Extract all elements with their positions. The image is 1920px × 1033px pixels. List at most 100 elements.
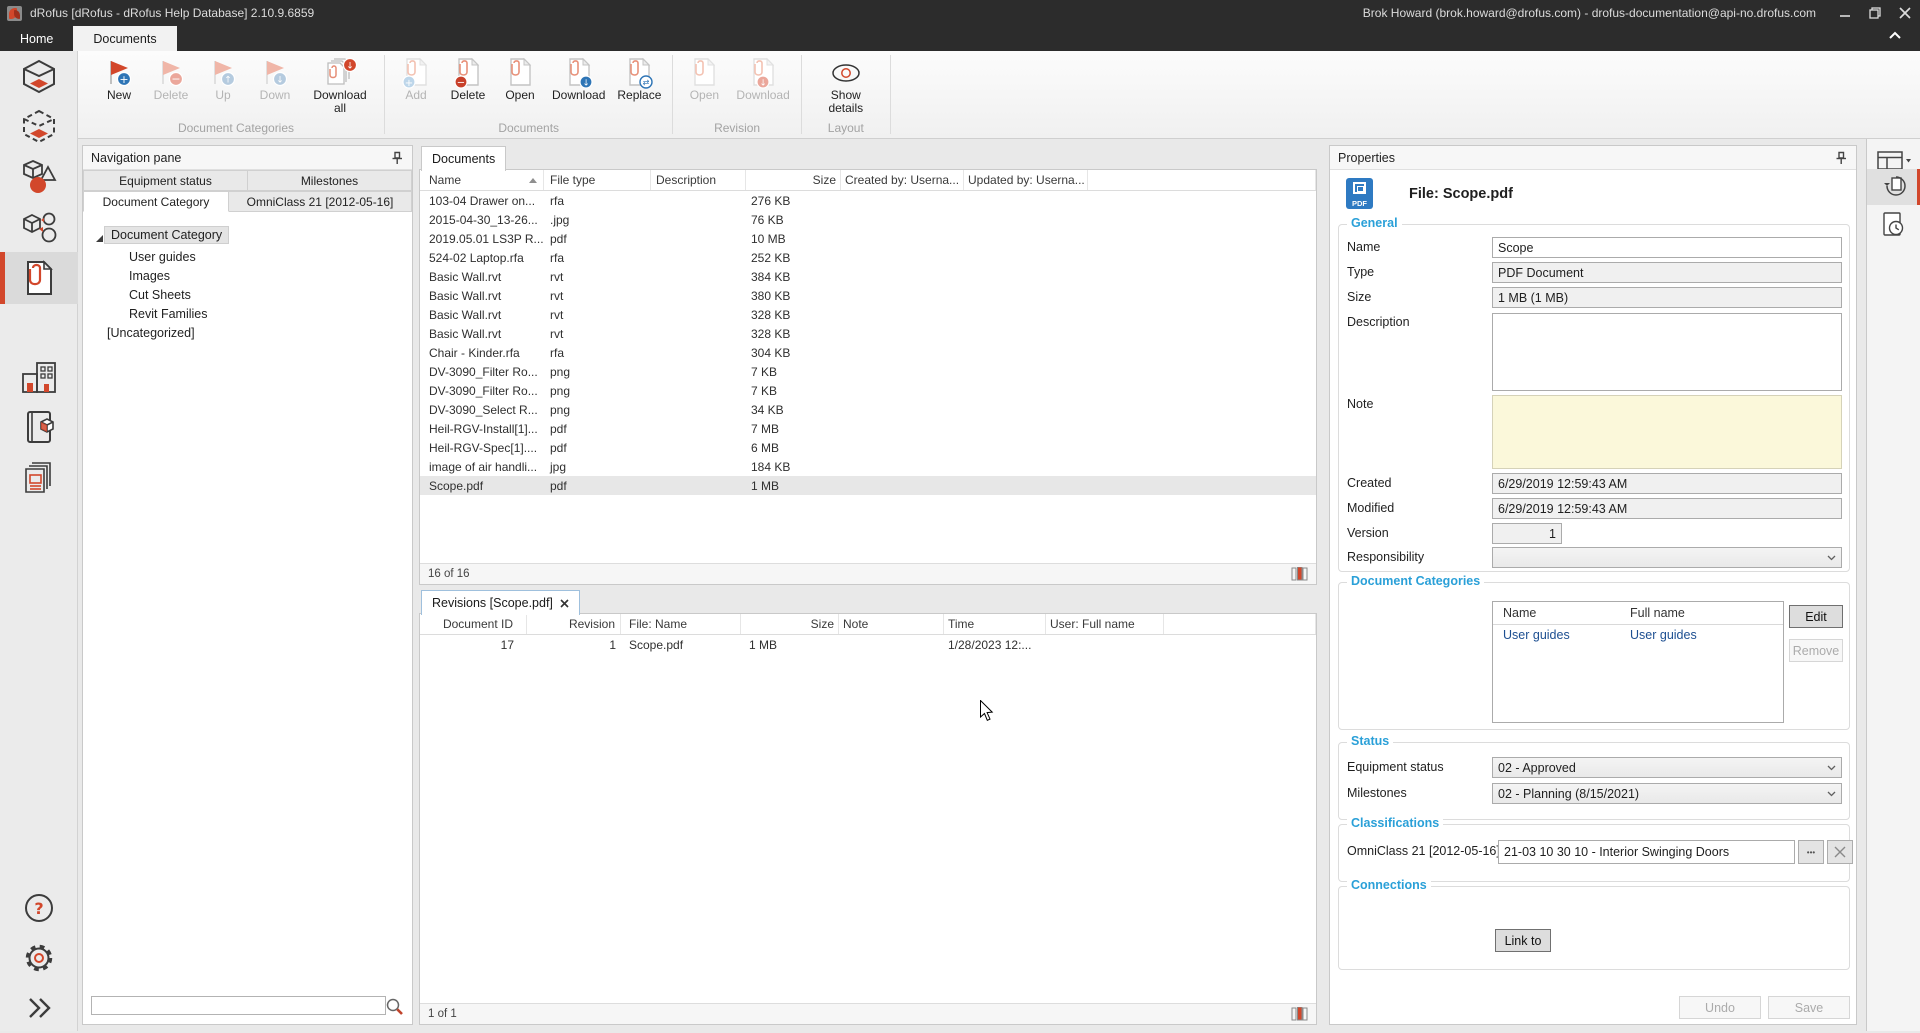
description-field[interactable] bbox=[1492, 313, 1842, 391]
pin-icon[interactable] bbox=[1834, 151, 1848, 165]
restore-button[interactable] bbox=[1860, 0, 1890, 26]
equipment-status-dropdown[interactable]: 02 - Approved bbox=[1492, 757, 1842, 778]
column-file-type[interactable]: File type bbox=[544, 170, 651, 190]
pin-icon[interactable] bbox=[390, 151, 404, 165]
table-row[interactable]: Basic Wall.rvt rvt 380 KB bbox=[420, 286, 1316, 305]
omniclass-field[interactable] bbox=[1498, 840, 1795, 864]
revisions-tab[interactable]: Revisions [Scope.pdf] bbox=[421, 590, 580, 615]
column-chooser-icon[interactable] bbox=[1291, 1007, 1308, 1021]
table-row[interactable]: image of air handli... jpg 184 KB bbox=[420, 457, 1316, 476]
search-input[interactable] bbox=[91, 996, 386, 1015]
link-to-button[interactable]: Link to bbox=[1495, 929, 1551, 952]
table-row[interactable]: DV-3090_Filter Ro... png 7 KB bbox=[420, 381, 1316, 400]
note-field[interactable] bbox=[1492, 395, 1842, 469]
catalog-icon[interactable] bbox=[0, 402, 78, 452]
column-revision[interactable]: Revision bbox=[527, 614, 621, 634]
category-up-button[interactable]: ↑ Up bbox=[198, 54, 248, 102]
help-icon[interactable]: ? bbox=[0, 883, 78, 933]
document-delete-button[interactable]: − Delete bbox=[443, 54, 493, 102]
room-templates-icon[interactable] bbox=[0, 102, 78, 152]
category-delete-button[interactable]: − Delete bbox=[146, 54, 196, 102]
documents-tab[interactable]: Documents bbox=[421, 146, 506, 171]
table-row[interactable]: Scope.pdf pdf 1 MB bbox=[420, 476, 1316, 495]
column-time[interactable]: Time bbox=[944, 614, 1046, 634]
save-button[interactable]: Save bbox=[1768, 996, 1850, 1019]
log-panel-icon[interactable] bbox=[1867, 207, 1920, 243]
minimize-button[interactable] bbox=[1830, 0, 1860, 26]
table-row[interactable]: 17 1 Scope.pdf 1 MB 1/28/2023 12:... bbox=[420, 635, 1316, 654]
column-chooser-icon[interactable] bbox=[1291, 567, 1308, 581]
document-add-button[interactable]: + Add bbox=[391, 54, 441, 102]
close-icon[interactable] bbox=[1890, 0, 1920, 26]
revisions-panel-icon[interactable] bbox=[1867, 169, 1920, 205]
table-row[interactable]: Basic Wall.rvt rvt 328 KB bbox=[420, 305, 1316, 324]
column-updated-by[interactable]: Updated by: Userna... bbox=[964, 170, 1088, 190]
tab-omniclass[interactable]: OmniClass 21 [2012-05-16] bbox=[229, 191, 412, 212]
show-details-button[interactable]: Show details bbox=[808, 54, 884, 115]
table-row[interactable]: 524-02 Laptop.rfa rfa 252 KB bbox=[420, 248, 1316, 267]
categories-column-name[interactable]: Name bbox=[1493, 606, 1626, 620]
tree-expander-icon[interactable] bbox=[96, 235, 103, 242]
tree-item-revit-families[interactable]: Revit Families bbox=[129, 307, 208, 321]
tab-documents[interactable]: Documents bbox=[73, 26, 176, 51]
tab-close-icon[interactable] bbox=[560, 599, 569, 608]
category-down-button[interactable]: ↓ Down bbox=[250, 54, 300, 102]
column-document-id[interactable]: Document ID bbox=[420, 614, 527, 634]
column-note[interactable]: Note bbox=[839, 614, 944, 634]
download-all-button[interactable]: ↓ Download all bbox=[302, 54, 378, 115]
table-row[interactable]: Basic Wall.rvt rvt 384 KB bbox=[420, 267, 1316, 286]
documents-panel: Name File type Description Size Created … bbox=[419, 169, 1317, 585]
item-systems-icon[interactable] bbox=[0, 202, 78, 252]
column-user[interactable]: User: Full name bbox=[1046, 614, 1164, 634]
milestones-dropdown[interactable]: 02 - Planning (8/15/2021) bbox=[1492, 783, 1842, 804]
tab-milestones[interactable]: Milestones bbox=[248, 170, 412, 191]
settings-icon[interactable] bbox=[0, 933, 78, 983]
edit-button[interactable]: Edit bbox=[1789, 605, 1843, 628]
table-row[interactable]: DV-3090_Filter Ro... png 7 KB bbox=[420, 362, 1316, 381]
revision-open-button[interactable]: Open bbox=[679, 54, 729, 102]
tab-home[interactable]: Home bbox=[0, 26, 73, 51]
revision-download-button[interactable]: ↓ Download bbox=[731, 54, 794, 102]
search-icon[interactable] bbox=[385, 997, 404, 1016]
omniclass-clear-button[interactable] bbox=[1827, 840, 1853, 864]
tab-document-category[interactable]: Document Category bbox=[83, 191, 229, 212]
buildings-icon[interactable] bbox=[0, 352, 78, 402]
rooms-icon[interactable] bbox=[0, 52, 78, 102]
tree-item-root[interactable]: Document Category bbox=[104, 226, 229, 244]
column-name[interactable]: Name bbox=[420, 170, 544, 190]
table-row[interactable]: Basic Wall.rvt rvt 328 KB bbox=[420, 324, 1316, 343]
name-field[interactable] bbox=[1492, 237, 1842, 258]
tree-item-cut-sheets[interactable]: Cut Sheets bbox=[129, 288, 191, 302]
categories-column-full-name[interactable]: Full name bbox=[1626, 606, 1741, 620]
document-download-button[interactable]: ↓ Download bbox=[547, 54, 610, 102]
omniclass-browse-button[interactable]: ••• bbox=[1798, 840, 1824, 864]
tree-item-uncategorized[interactable]: [Uncategorized] bbox=[107, 326, 195, 340]
tree-item-images[interactable]: Images bbox=[129, 269, 170, 283]
responsibility-dropdown[interactable] bbox=[1492, 547, 1842, 568]
table-row[interactable]: Heil-RGV-Install[1]... pdf 7 MB bbox=[420, 419, 1316, 438]
category-row[interactable]: User guides User guides bbox=[1493, 625, 1783, 645]
undo-button[interactable]: Undo bbox=[1679, 996, 1761, 1019]
column-created-by[interactable]: Created by: Userna... bbox=[841, 170, 964, 190]
column-size[interactable]: Size bbox=[741, 614, 839, 634]
document-open-button[interactable]: Open bbox=[495, 54, 545, 102]
table-row[interactable]: Chair - Kinder.rfa rfa 304 KB bbox=[420, 343, 1316, 362]
ribbon-collapse-icon[interactable] bbox=[1888, 31, 1902, 40]
items-icon[interactable] bbox=[0, 152, 78, 202]
reports-icon[interactable] bbox=[0, 452, 78, 502]
table-row[interactable]: Heil-RGV-Spec[1].... pdf 6 MB bbox=[420, 438, 1316, 457]
column-size[interactable]: Size bbox=[746, 170, 841, 190]
column-description[interactable]: Description bbox=[651, 170, 746, 190]
table-row[interactable]: 2019.05.01 LS3P R... pdf 10 MB bbox=[420, 229, 1316, 248]
tab-equipment-status[interactable]: Equipment status bbox=[83, 170, 248, 191]
document-replace-button[interactable]: ⇄ Replace bbox=[612, 54, 666, 102]
table-row[interactable]: 2015-04-30_13-26... .jpg 76 KB bbox=[420, 210, 1316, 229]
remove-button[interactable]: Remove bbox=[1789, 639, 1843, 662]
expand-icon[interactable] bbox=[0, 983, 78, 1033]
column-file-name[interactable]: File: Name bbox=[621, 614, 741, 634]
table-row[interactable]: DV-3090_Select R... png 34 KB bbox=[420, 400, 1316, 419]
category-new-button[interactable]: + New bbox=[94, 54, 144, 102]
tree-item-user-guides[interactable]: User guides bbox=[129, 250, 196, 264]
table-row[interactable]: 103-04 Drawer on... rfa 276 KB bbox=[420, 191, 1316, 210]
documents-icon[interactable] bbox=[0, 252, 78, 304]
